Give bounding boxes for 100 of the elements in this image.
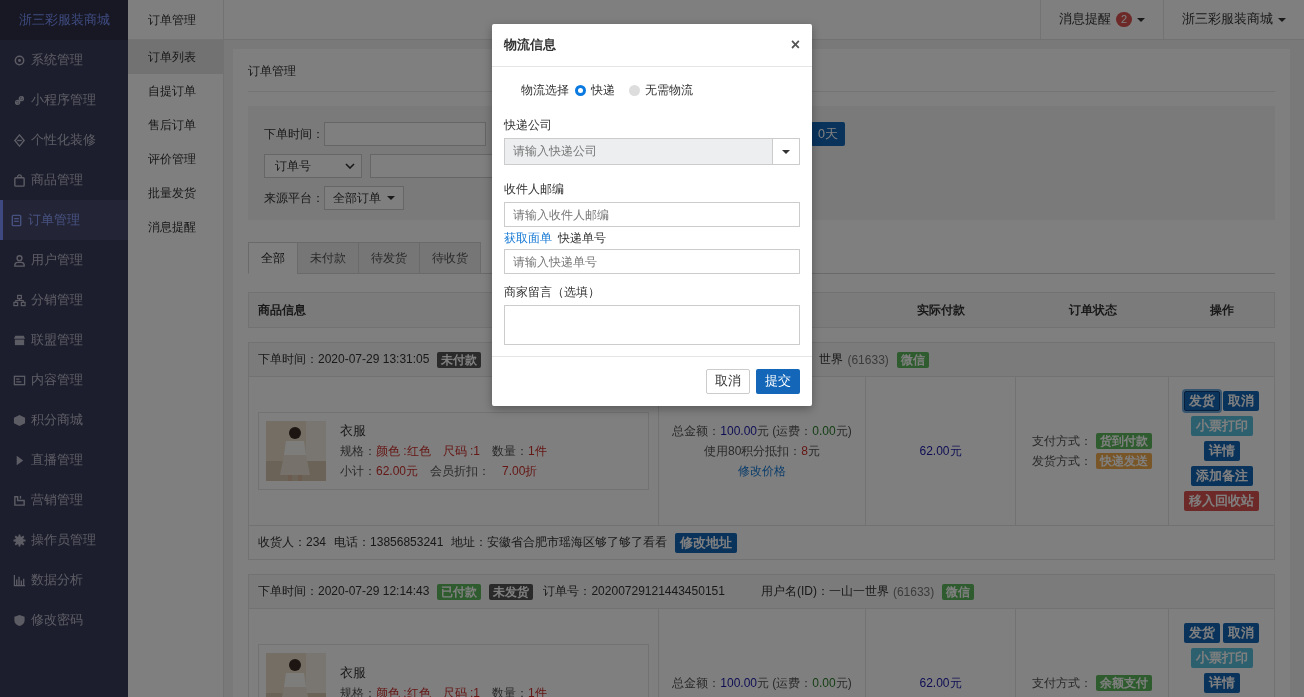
- user-id: (61633): [892, 584, 935, 599]
- sidebar-item[interactable]: 营销管理: [0, 480, 128, 520]
- column-header: 商品信息: [257, 301, 307, 319]
- action-button[interactable]: 小票打印: [1190, 416, 1253, 436]
- amount-text: 100.00: [720, 675, 757, 690]
- filter-label: 来源平台：: [264, 189, 324, 207]
- account-menu[interactable]: 浙三彩服装商城: [1163, 0, 1304, 39]
- notifications-label: 消息提醒: [1058, 11, 1111, 28]
- sidebar-item[interactable]: 个性化装修: [0, 120, 128, 160]
- edit-price-link[interactable]: 修改价格: [738, 462, 786, 480]
- radio-button[interactable]: [575, 84, 586, 96]
- sidebar-item[interactable]: 操作员管理: [0, 520, 128, 560]
- status-badge: 余额支付: [1096, 675, 1152, 691]
- sidebar-item[interactable]: 数据分析: [0, 560, 128, 600]
- field-label: 商家留言（选填）: [504, 284, 601, 301]
- dialog-button[interactable]: 取消: [706, 369, 750, 394]
- sidebar-item[interactable]: 积分商城: [0, 400, 128, 440]
- amount-text: 总金额：: [672, 423, 721, 438]
- platform-badge: 微信: [942, 583, 975, 600]
- source-dropdown[interactable]: 全部订单: [324, 186, 404, 210]
- radio-button[interactable]: [629, 84, 640, 96]
- sidebar-item[interactable]: 订单管理: [0, 200, 128, 240]
- notification-count: 2: [1115, 12, 1132, 27]
- order-tab[interactable]: 全部: [248, 242, 298, 274]
- submenu-item[interactable]: 批量发货: [128, 176, 223, 210]
- action-button[interactable]: 发货: [1184, 391, 1220, 411]
- caret-icon: [1137, 17, 1145, 22]
- user-id: (61633): [847, 352, 889, 367]
- sidebar-item[interactable]: 修改密码: [0, 600, 128, 640]
- field-label: 收件人邮编: [504, 181, 565, 198]
- dropdown-button[interactable]: [772, 139, 799, 164]
- field-label: 快递公司: [504, 117, 553, 134]
- dialog-button[interactable]: 提交: [756, 369, 800, 394]
- zip-code-field[interactable]: 请输入收件人邮编: [504, 202, 800, 227]
- action-button[interactable]: 取消: [1223, 391, 1259, 411]
- product-detail: 7.00折: [502, 462, 538, 480]
- date-range-button[interactable]: 0天: [811, 122, 845, 146]
- action-button[interactable]: 详情: [1203, 673, 1240, 693]
- link-icon: [13, 93, 26, 107]
- product-detail: 会员折扣：: [430, 462, 491, 480]
- submenu-item[interactable]: 订单列表: [128, 40, 223, 74]
- newspaper-icon: [13, 373, 26, 387]
- waybill-link[interactable]: 获取面单: [504, 229, 552, 247]
- account-name: 浙三彩服装商城: [1182, 11, 1273, 28]
- sidebar-item[interactable]: 直播管理: [0, 440, 128, 480]
- submenu-item[interactable]: 评价管理: [128, 142, 223, 176]
- notifications-menu[interactable]: 消息提醒 2: [1039, 0, 1163, 39]
- action-button[interactable]: 发货: [1184, 623, 1220, 643]
- product-detail: 颜色 :红色: [376, 442, 431, 460]
- sitemap-icon: [13, 293, 26, 307]
- status-label: 支付方式：: [1032, 674, 1092, 692]
- action-button[interactable]: 详情: [1203, 441, 1240, 461]
- status-label: 发货方式：: [1032, 452, 1092, 470]
- bag-icon: [13, 173, 26, 187]
- status-badge: 未付款: [437, 351, 482, 368]
- action-button[interactable]: 取消: [1223, 623, 1259, 643]
- diamond-icon: [13, 133, 26, 147]
- tracking-number-field[interactable]: 请输入快递单号: [504, 249, 800, 274]
- sidebar-item[interactable]: 小程序管理: [0, 80, 128, 120]
- product-detail: 规格：: [340, 442, 376, 460]
- action-button[interactable]: 移入回收站: [1184, 491, 1259, 511]
- stamp-icon: [13, 493, 26, 507]
- gear-icon: [13, 533, 26, 547]
- order-time: 下单时间：2020-07-29 12:14:43: [258, 583, 430, 600]
- submenu-item[interactable]: 消息提醒: [128, 210, 223, 244]
- sidebar-item[interactable]: 内容管理: [0, 360, 128, 400]
- product-detail: 尺码 :1: [442, 442, 480, 460]
- column-header: 实际付款: [916, 301, 966, 319]
- sidebar-item[interactable]: 联盟管理: [0, 320, 128, 360]
- document-icon: [10, 213, 23, 227]
- date-field[interactable]: [324, 122, 486, 146]
- status-badge: 已付款: [437, 583, 482, 600]
- action-button[interactable]: 添加备注: [1190, 466, 1253, 486]
- submenu-item[interactable]: 售后订单: [128, 108, 223, 142]
- sidebar-item[interactable]: 系统管理: [0, 40, 128, 80]
- edit-address-button[interactable]: 修改地址: [675, 532, 738, 553]
- company-select[interactable]: 请输入快递公司: [504, 138, 800, 165]
- amount-text: 元): [835, 675, 852, 690]
- product-name: 衣服: [340, 422, 367, 440]
- user-name: 用户名(ID)：一山一世界: [760, 583, 889, 600]
- cube-icon: [13, 413, 26, 427]
- sidebar-item[interactable]: 分销管理: [0, 280, 128, 320]
- note-field[interactable]: [504, 305, 800, 345]
- product-name: 衣服: [340, 664, 367, 682]
- receiver-name: 收货人：234: [258, 534, 327, 551]
- amount-text: 8: [801, 443, 808, 458]
- column-header: 订单状态: [1067, 301, 1118, 319]
- order-tab[interactable]: 待发货: [358, 242, 420, 274]
- sidebar-item[interactable]: 用户管理: [0, 240, 128, 280]
- search-type-select[interactable]: 订单号: [264, 154, 362, 178]
- paid-amount: 62.00元: [919, 674, 962, 692]
- amount-text: 元: [808, 443, 820, 458]
- action-button[interactable]: 小票打印: [1190, 648, 1253, 668]
- shield-icon: [13, 613, 26, 627]
- order-tab[interactable]: 未付款: [297, 242, 359, 274]
- amount-text: 元 (运费：: [757, 675, 813, 690]
- amount-text: 使用80积分抵扣：: [703, 443, 802, 458]
- sidebar-item[interactable]: 商品管理: [0, 160, 128, 200]
- order-tab[interactable]: 待收货: [419, 242, 481, 274]
- submenu-item[interactable]: 自提订单: [128, 74, 223, 108]
